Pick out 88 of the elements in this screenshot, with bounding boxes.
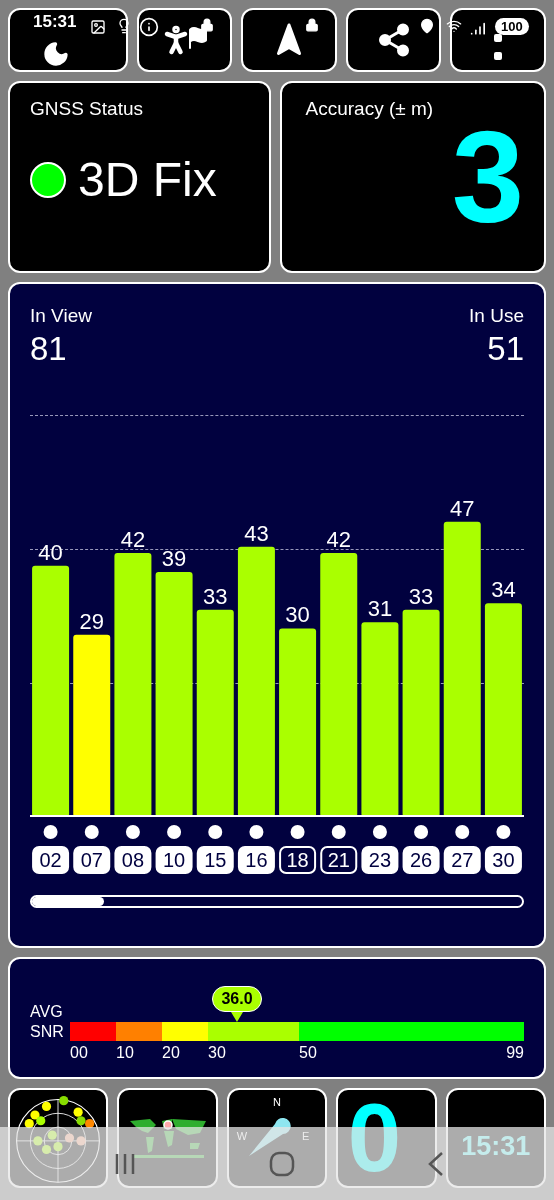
scale-tick-label: 00 — [70, 1043, 89, 1063]
scale-tick-label: 50 — [299, 1043, 317, 1063]
tool-tile[interactable] — [450, 8, 546, 72]
satellite-dot — [290, 825, 305, 839]
x-tick-label: 15 — [204, 849, 227, 871]
satellite-id: 21 — [320, 846, 358, 874]
satellite-id: 15 — [196, 846, 234, 874]
compass-north: N — [273, 1095, 281, 1110]
scale-tick-label: 99 — [506, 1043, 524, 1063]
satellite-dot — [455, 825, 470, 839]
satellite-dot — [167, 825, 182, 839]
scale-tick-label: 20 — [162, 1043, 181, 1063]
accuracy-value: 3 — [451, 111, 524, 242]
x-tick-label: 02 — [39, 849, 62, 871]
satellite-id: 16 — [237, 846, 275, 874]
satellite-dot — [414, 825, 429, 839]
satellite-dot — [372, 825, 387, 839]
snr-value-bubble: 36.0 — [212, 986, 262, 1012]
bar-value-label: 34 — [491, 577, 516, 603]
bar-value-label: 42 — [326, 527, 351, 553]
x-tick-label: 08 — [121, 849, 145, 871]
satellite-id: 18 — [279, 846, 317, 874]
bar-value-label: 29 — [79, 608, 104, 634]
info-icon — [139, 17, 159, 37]
satellite-id: 02 — [32, 846, 70, 874]
satellite-dot — [496, 825, 511, 839]
fix-status: 3D Fix — [78, 155, 217, 204]
snr-label: SNR — [30, 1022, 65, 1042]
x-tick-label: 07 — [80, 849, 103, 871]
x-tick-label: 16 — [245, 849, 268, 871]
x-tick-label: 18 — [286, 849, 309, 871]
in-use-label: In Use — [469, 304, 524, 328]
satellite-id: 08 — [114, 846, 152, 874]
bar-value-label: 40 — [38, 539, 63, 565]
card-title: GNSS Status — [30, 97, 144, 121]
image-icon — [90, 19, 106, 35]
avg-label: AVG — [30, 1002, 64, 1022]
compass-west: W — [236, 1129, 248, 1144]
moon-icon — [41, 40, 70, 68]
in-view-count: 81 — [30, 328, 68, 369]
satellite-id: 23 — [361, 846, 399, 874]
x-tick-label: 30 — [492, 849, 515, 871]
x-tick-label: 27 — [451, 849, 474, 871]
clock-value: 15:31 — [461, 1129, 531, 1163]
bulb-icon — [116, 18, 132, 34]
x-tick-label: 26 — [409, 849, 433, 871]
tool-tile[interactable] — [345, 8, 442, 72]
bar-value-label: 47 — [450, 495, 475, 521]
back-icon[interactable] — [428, 1151, 444, 1176]
satellite-dot — [249, 825, 264, 839]
location-icon — [419, 18, 435, 34]
lock-icon — [304, 18, 319, 32]
bar-value-label: 33 — [203, 583, 228, 609]
x-tick-label: 23 — [368, 849, 392, 871]
bar-value-label: 33 — [408, 583, 434, 609]
bar-value-label: 31 — [367, 596, 393, 622]
pointer-tip-icon — [231, 1012, 243, 1022]
bar-value-label: 43 — [244, 520, 269, 546]
scale-tick-label: 10 — [116, 1043, 135, 1063]
battery-indicator: 100 — [495, 18, 529, 35]
tool-tile[interactable] — [241, 8, 337, 72]
tool-tile[interactable] — [8, 8, 128, 72]
bar-value-label: 39 — [161, 545, 187, 571]
home-icon[interactable] — [269, 1150, 295, 1177]
satellite-id: 07 — [73, 846, 111, 874]
satellite-dot — [331, 825, 346, 839]
satellite-dot — [84, 825, 99, 839]
x-tick-label: 10 — [162, 849, 186, 871]
recent-apps-icon[interactable] — [114, 1152, 136, 1175]
tool-tile[interactable] — [136, 8, 233, 72]
satellite-id: 30 — [484, 846, 522, 874]
satellite-dot — [208, 825, 223, 839]
satellite-dot — [125, 825, 140, 839]
in-view-label: In View — [30, 304, 92, 328]
satellite-dot — [43, 825, 58, 839]
wifi-icon — [446, 18, 462, 34]
lock-icon — [200, 18, 215, 32]
satellite-id: 10 — [155, 846, 193, 874]
clock: 15:31 — [33, 12, 77, 32]
scale-tick-label: 30 — [208, 1043, 227, 1063]
bar-value-label: 30 — [285, 602, 310, 628]
bar-value-label: 42 — [120, 527, 146, 553]
card-title: Accuracy (± m) — [305, 97, 435, 121]
satellite-id: 26 — [402, 846, 440, 874]
x-tick-label: 21 — [327, 849, 350, 871]
satellite-id: 27 — [443, 846, 481, 874]
compass-east: E — [301, 1129, 310, 1144]
in-use-count: 51 — [487, 328, 524, 369]
